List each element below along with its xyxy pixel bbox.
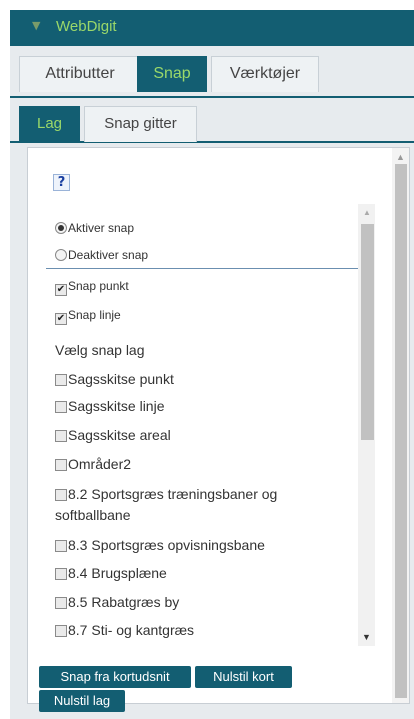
layer-label: 8.5 Rabatgræs by [68,594,180,610]
checkbox-icon[interactable] [55,540,67,552]
reset-map-button[interactable]: Nulstil kort [195,666,292,688]
app-header[interactable]: ▼ WebDigit [10,10,414,46]
checkbox-icon[interactable] [55,374,67,386]
checkbox-snap-linje[interactable]: ✔ Snap linje [55,308,121,325]
tab-vaerktoejer[interactable]: Værktøjer [211,56,319,92]
inner-scroll-thumb[interactable] [361,224,374,440]
app-title: WebDigit [56,18,117,35]
checkbox-icon[interactable] [55,459,67,471]
layer-item[interactable]: Sagsskitse linje [55,396,165,417]
layer-label: Områder2 [68,456,132,472]
radio-label: Aktiver snap [68,221,135,235]
snap-from-map-button[interactable]: Snap fra kortudsnit [39,666,191,688]
outer-scrollbar[interactable]: ▲ [392,148,409,703]
radio-selected-icon[interactable] [55,222,67,234]
layer-label: Sagsskitse linje [68,398,165,414]
tab-snap[interactable]: Snap [137,56,207,92]
main-tab-bar: Attributter Snap Værktøjer [10,46,414,98]
inner-scroll-up-icon[interactable]: ▲ [363,208,371,217]
checkbox-checked-icon[interactable]: ✔ [55,313,67,325]
tab-attributter[interactable]: Attributter [19,56,141,92]
layer-label: Sagsskitse punkt [68,371,174,387]
radio-aktiver-snap[interactable]: Aktiver snap [55,221,134,235]
layer-label: 8.4 Brugsplæne [68,565,167,581]
checkbox-icon[interactable] [55,597,67,609]
checkbox-label: Snap linje [68,308,121,322]
layer-label: 8.7 Sti- og kantgræs [68,622,195,638]
checkbox-snap-punkt[interactable]: ✔ Snap punkt [55,279,129,296]
help-icon[interactable]: ? [53,174,70,191]
checkbox-checked-icon[interactable]: ✔ [55,284,67,296]
radio-unselected-icon[interactable] [55,249,67,261]
inner-scroll-down-icon[interactable]: ▼ [362,632,371,642]
checkbox-icon[interactable] [55,568,67,580]
checkbox-icon[interactable] [55,401,67,413]
tab-snap-gitter[interactable]: Snap gitter [84,106,197,142]
layer-item[interactable]: Sagsskitse areal [55,425,171,446]
radio-deaktiver-snap[interactable]: Deaktiver snap [55,248,148,262]
layer-item[interactable]: 8.3 Sportsgræs opvisningsbane [55,535,265,556]
layers-heading: Vælg snap lag [55,342,145,358]
layer-item[interactable]: 8.7 Sti- og kantgræs [55,620,194,641]
reset-layers-button[interactable]: Nulstil lag [39,690,125,712]
radio-label: Deaktiver snap [68,248,149,262]
layer-item[interactable]: 8.4 Brugsplæne [55,563,167,584]
tab-lag[interactable]: Lag [19,106,80,142]
checkbox-label: Snap punkt [68,279,129,293]
layer-label: Sagsskitse areal [68,427,171,443]
layer-label: 8.3 Sportsgræs opvisningsbane [68,537,265,553]
checkbox-icon[interactable] [55,430,67,442]
checkbox-icon[interactable] [55,489,67,501]
layer-item[interactable]: Områder2 [55,454,131,475]
layer-item[interactable]: 8.5 Rabatgræs by [55,592,179,613]
outer-scroll-thumb[interactable] [395,164,407,698]
layer-label: 8.2 Sportsgræs træningsbaner og softball… [55,486,278,523]
divider [46,268,358,269]
collapse-arrow-icon[interactable]: ▼ [32,19,40,32]
inner-scrollbar[interactable]: ▲ ▼ [358,204,375,646]
sub-tab-bar: Lag Snap gitter [10,98,414,143]
checkbox-icon[interactable] [55,625,67,637]
scroll-up-icon[interactable]: ▲ [396,152,405,162]
layer-item[interactable]: 8.2 Sportsgræs træningsbaner og softball… [55,484,355,526]
layer-item[interactable]: Sagsskitse punkt [55,369,174,390]
